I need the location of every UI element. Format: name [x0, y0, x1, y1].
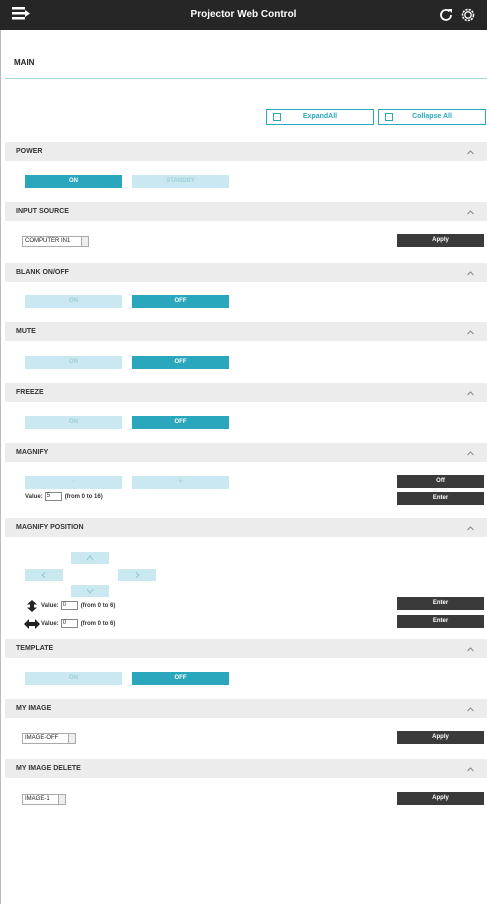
move-down-button[interactable] [71, 585, 109, 597]
arrow-left-icon [41, 572, 46, 578]
refresh-icon[interactable] [438, 7, 454, 23]
move-up-button[interactable] [71, 552, 109, 564]
section-my-image-delete-header[interactable]: MY IMAGE DELETE [5, 759, 487, 778]
section-power-label: POWER [16, 148, 43, 155]
expand-all-button[interactable]: ExpandAll [266, 109, 374, 125]
arrow-up-icon [86, 555, 94, 561]
section-mute-label: MUTE [16, 328, 36, 335]
template-on-button[interactable]: ON [25, 672, 122, 685]
section-template-header[interactable]: TEMPLATE [5, 639, 487, 658]
section-freeze-header[interactable]: FREEZE [5, 383, 487, 402]
vertical-range-text: (from 0 to 6) [80, 603, 116, 610]
section-freeze-label: FREEZE [16, 389, 44, 396]
move-right-button[interactable] [118, 569, 156, 581]
chevron-up-icon [467, 391, 474, 396]
section-my-image-delete-label: MY IMAGE DELETE [16, 765, 81, 772]
chevron-down-icon [68, 734, 75, 743]
chevron-up-icon [467, 150, 474, 155]
section-power-header[interactable]: POWER [5, 142, 487, 161]
section-my-image-label: MY IMAGE [16, 705, 52, 712]
section-blank-label: BLANK ON/OFF [16, 269, 69, 276]
chevron-up-icon [467, 767, 474, 772]
power-standby-button[interactable]: STANDBY [132, 175, 229, 188]
collapse-all-button[interactable]: Collapse All [378, 109, 486, 125]
vertical-value-label: Value: [41, 603, 59, 610]
horizontal-range-text: (from 0 to 6) [80, 621, 116, 628]
chevron-up-icon [467, 451, 474, 456]
magnify-minus-button[interactable]: - [25, 476, 122, 489]
input-source-value: COMPUTER IN1 [25, 238, 71, 244]
vertical-value-input[interactable]: 0 [60, 601, 78, 610]
section-input-source-header[interactable]: INPUT SOURCE [5, 202, 487, 221]
page-title: MAIN [14, 58, 35, 67]
collapse-all-label: Collapse All [412, 113, 452, 120]
my-image-select[interactable]: IMAGE-OFF [22, 733, 76, 744]
section-magnify-header[interactable]: MAGNIFY [5, 443, 487, 462]
chevron-up-icon [467, 210, 474, 215]
top-bar: Projector Web Control [0, 0, 487, 30]
magnify-enter-button[interactable]: Enter [397, 492, 484, 505]
my-image-apply-button[interactable]: Apply [397, 731, 484, 744]
blank-on-button[interactable]: ON [25, 295, 122, 308]
horizontal-arrows-icon [24, 619, 40, 629]
section-input-source-label: INPUT SOURCE [16, 208, 69, 215]
gear-icon[interactable] [460, 7, 476, 23]
vertical-value-row: Value: 0 (from 0 to 6) [41, 601, 115, 611]
freeze-on-button[interactable]: ON [25, 416, 122, 429]
my-image-delete-select[interactable]: IMAGE-1 [22, 794, 66, 805]
collapse-icon [385, 113, 393, 121]
horizontal-enter-button[interactable]: Enter [397, 615, 484, 628]
chevron-up-icon [467, 707, 474, 712]
section-magnify-label: MAGNIFY [16, 449, 49, 456]
section-my-image-header[interactable]: MY IMAGE [5, 699, 487, 718]
page-border [0, 30, 1, 904]
expand-all-label: ExpandAll [302, 113, 338, 120]
freeze-off-button[interactable]: OFF [132, 416, 229, 429]
horizontal-value-row: Value: 0 (from 0 to 6) [41, 619, 115, 629]
magnify-off-button[interactable]: Off [397, 475, 484, 488]
section-template-label: TEMPLATE [16, 645, 54, 652]
chevron-up-icon [467, 330, 474, 335]
magnify-value-label: Value: [25, 494, 43, 501]
expand-icon [273, 113, 281, 121]
arrow-down-icon [86, 588, 94, 594]
my-image-delete-value: IMAGE-1 [25, 796, 50, 802]
section-blank-header[interactable]: BLANK ON/OFF [5, 263, 487, 282]
my-image-delete-apply-button[interactable]: Apply [397, 792, 484, 805]
app-title: Projector Web Control [190, 9, 297, 20]
input-source-select[interactable]: COMPUTER IN1 [22, 236, 89, 247]
chevron-up-icon [467, 271, 474, 276]
vertical-arrows-icon [27, 600, 37, 612]
horizontal-value-input[interactable]: 0 [60, 619, 78, 628]
template-off-button[interactable]: OFF [132, 672, 229, 685]
section-magnify-position-header[interactable]: MAGNIFY POSITION [5, 518, 487, 537]
section-magnify-position-label: MAGNIFY POSITION [16, 524, 84, 531]
arrow-right-icon [135, 572, 140, 578]
horizontal-value-label: Value: [41, 621, 59, 628]
mute-off-button[interactable]: OFF [132, 356, 229, 369]
chevron-up-icon [467, 526, 474, 531]
input-source-apply-button[interactable]: Apply [397, 234, 484, 247]
magnify-value-row: Value: 5 (from 0 to 16) [25, 492, 103, 502]
title-divider [5, 78, 487, 79]
vertical-enter-button[interactable]: Enter [397, 597, 484, 610]
blank-off-button[interactable]: OFF [132, 295, 229, 308]
move-left-button[interactable] [25, 569, 63, 581]
section-mute-header[interactable]: MUTE [5, 322, 487, 341]
magnify-range-text: (from 0 to 16) [64, 494, 103, 501]
chevron-down-icon [58, 795, 65, 804]
magnify-plus-button[interactable]: + [132, 476, 229, 489]
chevron-down-icon [81, 237, 88, 246]
power-on-button[interactable]: ON [25, 175, 122, 188]
chevron-up-icon [467, 647, 474, 652]
my-image-value: IMAGE-OFF [25, 735, 59, 741]
magnify-value-input[interactable]: 5 [44, 492, 62, 501]
mute-on-button[interactable]: ON [25, 356, 122, 369]
